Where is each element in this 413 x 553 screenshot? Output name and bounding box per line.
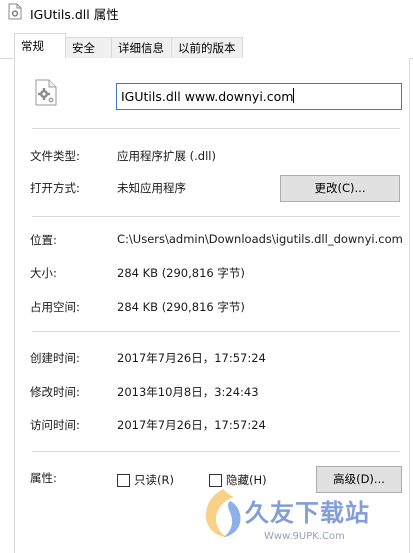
tab-general[interactable]: 常规 — [14, 33, 66, 59]
accessed-value: 2017年7月26日，17:57:24 — [117, 418, 266, 432]
size-on-disk-label: 占用空间: — [30, 300, 80, 314]
title-bar[interactable]: IGUtils.dll 属性 — [0, 0, 413, 24]
location-label: 位置: — [30, 233, 57, 247]
separator-3 — [32, 331, 400, 332]
separator-1 — [32, 128, 400, 129]
file-name-text: IGUtils.dll www.downyi.com — [121, 89, 294, 104]
hidden-checkbox[interactable] — [209, 474, 222, 487]
accessed-label: 访问时间: — [30, 418, 80, 432]
readonly-checkbox[interactable] — [117, 474, 130, 487]
size-on-disk-value: 284 KB (290,816 字节) — [117, 300, 245, 314]
dll-file-icon — [8, 3, 22, 20]
size-label: 大小: — [30, 266, 57, 280]
change-button[interactable]: 更改(C)... — [280, 175, 400, 202]
location-value: C:\Users\admin\Downloads\igutils.dll_dow… — [117, 232, 403, 246]
watermark-text: 久友下载站 — [245, 499, 370, 527]
window-title: IGUtils.dll 属性 — [30, 7, 119, 22]
created-value: 2017年7月26日，17:57:24 — [117, 351, 266, 365]
modified-label: 修改时间: — [30, 385, 80, 399]
watermark-url: Www.9UPK.Com — [264, 531, 345, 542]
file-name-input[interactable]: IGUtils.dll www.downyi.com — [116, 83, 402, 110]
file-type-label: 文件类型: — [30, 149, 80, 163]
readonly-label[interactable]: 只读(R) — [134, 472, 174, 488]
size-value: 284 KB (290,816 字节) — [117, 266, 245, 280]
tab-previous-versions[interactable]: 以前的版本 — [171, 37, 243, 58]
tab-security[interactable]: 安全 — [65, 37, 112, 58]
modified-value: 2013年10月8日，3:24:43 — [117, 385, 259, 399]
watermark: 久友下载站 Www.9UPK.Com — [200, 487, 413, 553]
opens-with-label: 打开方式: — [30, 181, 80, 195]
tab-strip: 常规 安全 详细信息 以前的版本 — [0, 24, 413, 59]
watermark-logo-icon — [205, 489, 241, 537]
hidden-label[interactable]: 隐藏(H) — [226, 472, 267, 488]
created-label: 创建时间: — [30, 351, 80, 365]
file-type-value: 应用程序扩展 (.dll) — [117, 149, 216, 163]
dll-file-gear-icon — [35, 79, 57, 106]
attributes-label: 属性: — [30, 471, 57, 485]
text-caret — [293, 88, 295, 103]
separator-2 — [32, 216, 400, 217]
tab-details[interactable]: 详细信息 — [111, 37, 172, 58]
opens-with-value: 未知应用程序 — [117, 181, 186, 195]
separator-4 — [32, 451, 400, 452]
